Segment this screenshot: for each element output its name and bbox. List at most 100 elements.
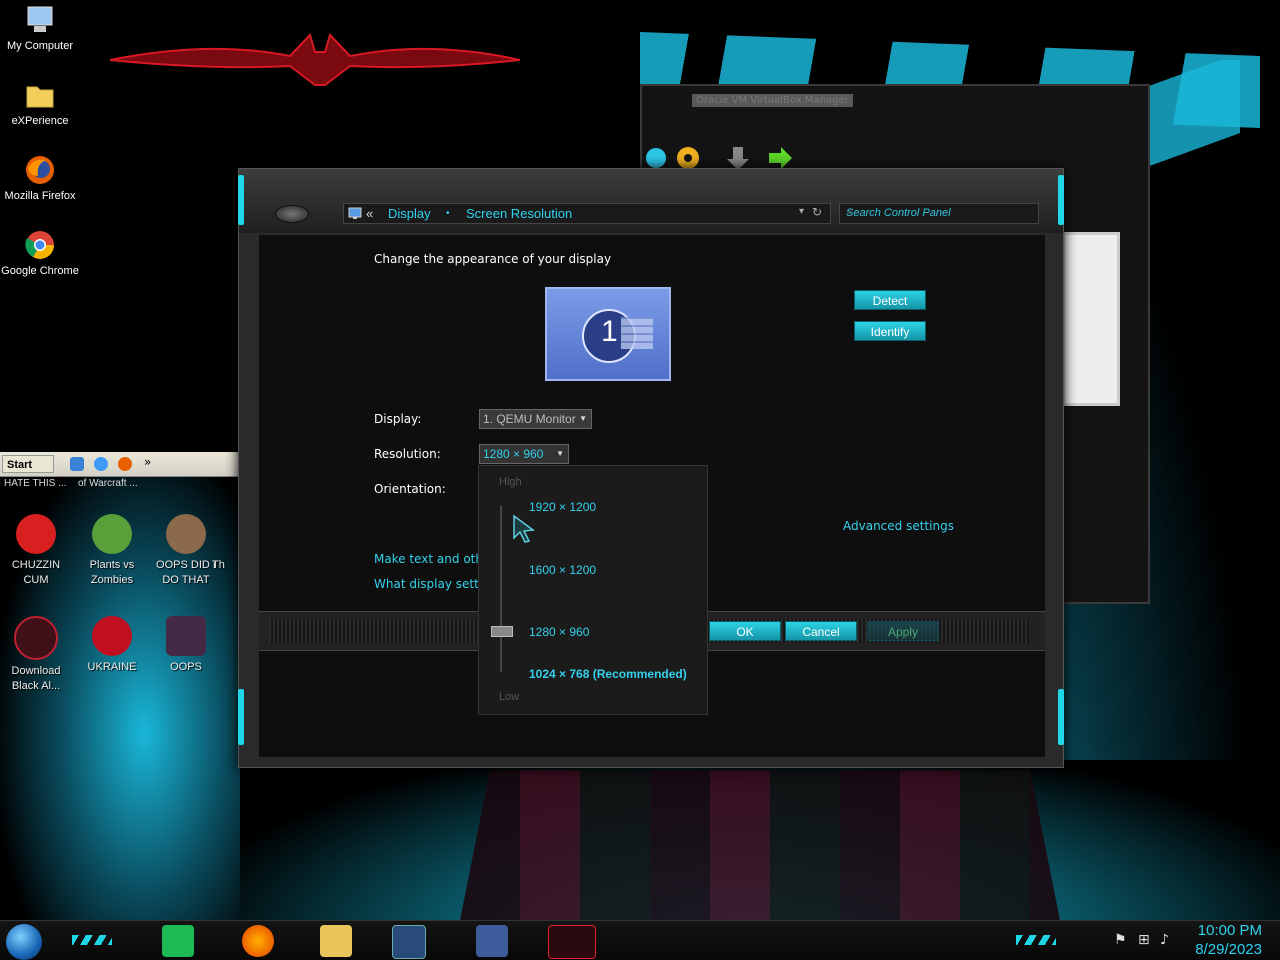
vm-preview (1062, 232, 1120, 406)
slider-thumb[interactable] (491, 626, 513, 637)
cancel-button[interactable]: Cancel (785, 621, 857, 641)
flag-icon[interactable]: ⚑ (1114, 932, 1127, 948)
search-icon[interactable]: ○ (846, 207, 1032, 218)
xp-task-2[interactable]: of Warcraft ... (78, 478, 138, 489)
icon-label: Th (212, 559, 225, 571)
icon-label: Download Black Al... (11, 665, 61, 692)
breadcrumb-display[interactable]: Display (388, 206, 431, 221)
ok-button[interactable]: OK (709, 621, 781, 641)
high-label: High (499, 476, 522, 488)
chevron-icon[interactable]: » (144, 455, 151, 469)
firefox-icon (24, 154, 56, 186)
firefox-shortcut[interactable]: Mozilla Firefox (0, 154, 80, 202)
resolution-select[interactable]: 1280 × 960 ▼ (479, 444, 569, 464)
resolution-slider-popup[interactable]: High 1920 × 1200 1600 × 1200 1280 × 960 … (478, 465, 708, 715)
icon-label: Plants vs Zombies (89, 559, 135, 586)
icon-label: UKRAINE (87, 661, 137, 673)
mouse-cursor-icon (513, 514, 535, 543)
address-dropdown-icon[interactable]: ▾ (799, 206, 804, 217)
xp-start-label: Start (7, 459, 33, 471)
frame-accent (1058, 689, 1064, 745)
experience-folder-shortcut[interactable]: eXPerience (0, 79, 80, 127)
resolution-option-selected[interactable]: 1280 × 960 (529, 625, 589, 639)
file-explorer-icon[interactable] (320, 925, 352, 957)
icon-label: OOPS DID I DO THAT (156, 559, 216, 586)
chuzzle-icon (16, 514, 56, 554)
windows-xp-vm-icon[interactable] (476, 925, 508, 957)
firefox-icon[interactable] (118, 457, 132, 471)
address-bar[interactable]: « Display • Screen Resolution ▾ ↻ (343, 203, 831, 224)
low-label: Low (499, 691, 520, 703)
system-clock[interactable]: 10:00 PM 8/29/2023 (1195, 921, 1262, 959)
volume-icon[interactable]: ♪ (1160, 932, 1169, 948)
detect-button[interactable]: Detect (854, 290, 926, 310)
my-computer-shortcut[interactable]: My Computer (0, 4, 80, 52)
advanced-settings-link[interactable]: Advanced settings (843, 519, 954, 533)
plants-vs-zombies-icon (92, 514, 132, 554)
spotify-icon[interactable] (162, 925, 194, 957)
identify-button[interactable]: Identify (854, 321, 926, 341)
chevron-down-icon: ▼ (556, 449, 564, 458)
wallpaper-figure (460, 770, 1060, 920)
icon-label: CHUZZIN CUM (11, 559, 61, 586)
desktop: My Computer eXPerience Mozilla Firefox G… (0, 0, 1280, 960)
breadcrumb-back-glyph[interactable]: « (366, 206, 373, 221)
folder-icon (24, 79, 56, 111)
monitor-number: 1 (601, 315, 618, 348)
clock-time: 10:00 PM (1197, 922, 1262, 939)
black-orb-icon (14, 616, 58, 660)
clock-date: 8/29/2023 (1195, 941, 1262, 958)
taskbar-decoration (72, 935, 112, 945)
download-black-al-shortcut[interactable]: Download Black Al... (0, 616, 72, 694)
chrome-icon (24, 229, 56, 261)
breadcrumb-screen-resolution[interactable]: Screen Resolution (466, 206, 572, 221)
resolution-select-value: 1280 × 960 (483, 447, 544, 461)
resolution-option-recommended[interactable]: 1024 × 768 (Recommended) (529, 667, 687, 681)
search-control-panel-input[interactable]: Search Control Panel ○ (839, 203, 1039, 224)
xp-vm-window[interactable]: Start » HATE THIS ... of Warcraft ... CH… (0, 452, 240, 920)
active-window-thumbnail[interactable] (548, 925, 596, 959)
display-label: Display: (374, 412, 422, 426)
frame-accent (238, 175, 244, 225)
firefox-icon[interactable] (242, 925, 274, 957)
portrait-icon (166, 514, 206, 554)
resolution-option[interactable]: 1600 × 1200 (529, 563, 596, 577)
show-desktop-icon[interactable] (70, 457, 84, 471)
character-icon (166, 616, 206, 656)
breadcrumb-separator: • (446, 208, 450, 219)
xp-task-1[interactable]: HATE THIS ... (4, 478, 66, 489)
display-select-value: 1. QEMU Monitor (483, 412, 576, 426)
xp-taskbar: Start » (0, 452, 240, 477)
taskbar: ⚑ ⊞ ♪ 10:00 PM 8/29/2023 (0, 920, 1280, 960)
start-orb-button[interactable] (6, 924, 42, 960)
winged-demon-logo (110, 33, 520, 86)
back-forward-button[interactable] (275, 205, 309, 223)
apply-button[interactable]: Apply (867, 621, 939, 641)
refresh-icon[interactable]: ↻ (812, 205, 822, 219)
chuzzin-cum-shortcut[interactable]: CHUZZIN CUM (0, 514, 72, 588)
computer-icon (24, 4, 56, 36)
xp-start-button[interactable]: Start (2, 455, 54, 473)
frame-accent (1058, 175, 1064, 225)
page-heading: Change the appearance of your display (374, 252, 612, 266)
icon-label: Google Chrome (1, 265, 79, 277)
window-title: Oracle VM VirtualBox Manager (692, 94, 853, 107)
radiation-icon (92, 616, 132, 656)
icon-label: eXPerience (11, 115, 69, 127)
chrome-shortcut[interactable]: Google Chrome (0, 229, 80, 277)
virtualbox-icon[interactable] (392, 925, 426, 959)
ie-icon[interactable] (94, 457, 108, 471)
orientation-label: Orientation: (374, 482, 446, 496)
frame-accent (238, 689, 244, 745)
ukraine-shortcut[interactable]: UKRAINE (76, 616, 148, 675)
icon-label: Mozilla Firefox (4, 190, 76, 202)
slider-track[interactable] (500, 506, 502, 672)
taskbar-decoration (1016, 935, 1056, 945)
network-icon[interactable]: ⊞ (1138, 932, 1150, 948)
truncated-shortcut[interactable]: Th (212, 514, 240, 573)
monitor-preview[interactable]: 1 (545, 287, 671, 381)
resolution-option[interactable]: 1920 × 1200 (529, 500, 596, 514)
plants-vs-zombies-shortcut[interactable]: Plants vs Zombies (76, 514, 148, 588)
oops-shortcut[interactable]: OOPS (150, 616, 222, 675)
display-select[interactable]: 1. QEMU Monitor ▼ (479, 409, 592, 429)
